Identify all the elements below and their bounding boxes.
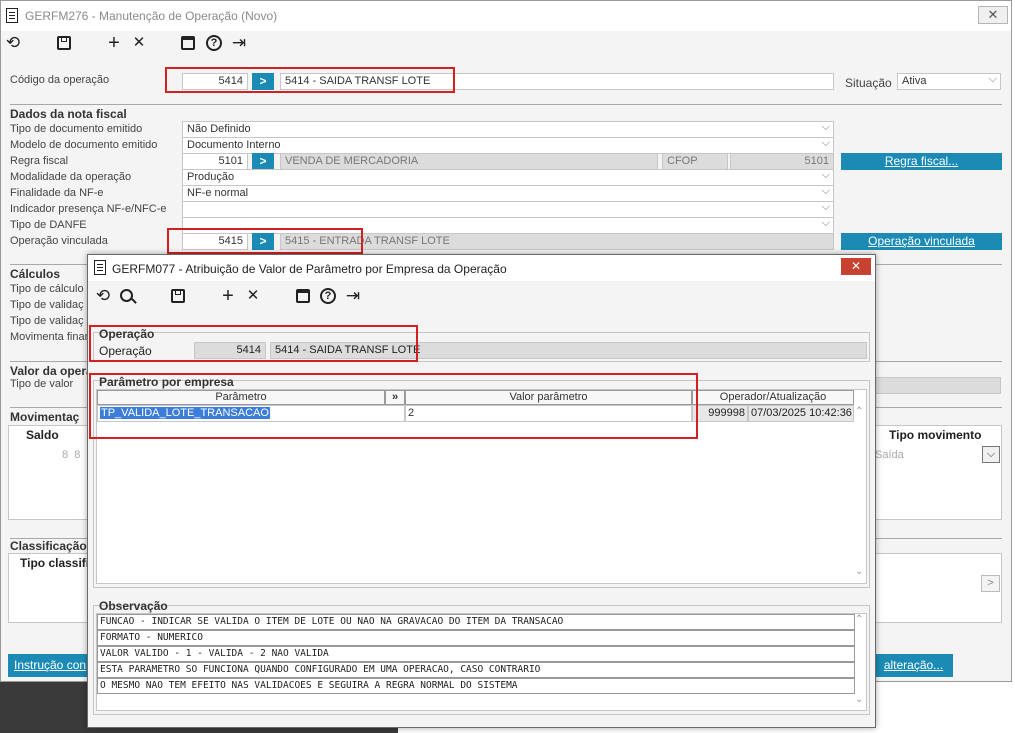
dialog-save-icon[interactable] [171, 289, 185, 303]
saldo-value: 8 8 [62, 449, 81, 461]
regra-input[interactable]: 5101 [182, 153, 248, 170]
class-scroll-right[interactable]: > [981, 575, 1000, 592]
codigo-highlight [165, 67, 455, 93]
dialog-calendar-icon[interactable] [296, 289, 310, 303]
dialog-document-icon [94, 260, 106, 275]
vinculada-button[interactable]: Operação vinculada [841, 233, 1002, 250]
tipo-valor-label: Tipo de valor [10, 378, 74, 390]
modalidade-label: Modalidade da operação [10, 171, 132, 183]
tipo-mov-dropdown-icon[interactable]: ⌵ [982, 446, 1000, 463]
saldo-header: Saldo [26, 428, 59, 442]
modelo-select[interactable]: Documento Interno [182, 137, 834, 154]
save-icon[interactable] [57, 36, 71, 50]
obs-line-4: ESTA PARAMETRO SO FUNCIONA QUANDO CONFIG… [97, 662, 855, 678]
dados-section-title: Dados da nota fiscal [10, 107, 127, 121]
modalidade-select[interactable]: Produção [182, 169, 834, 186]
param-scroll-down[interactable]: ⌄ [855, 566, 863, 577]
remove-icon[interactable]: ✕ [129, 34, 149, 52]
dialog-close-button[interactable]: ✕ [841, 258, 871, 275]
obs-section-title: Observação [99, 599, 168, 613]
tipo-mov-header: Tipo movimento [889, 428, 982, 442]
cfop-value-field: 5101 [730, 153, 834, 170]
help-icon[interactable]: ? [206, 35, 222, 51]
operacao-highlight [89, 325, 418, 362]
main-title: GERFM276 - Manutenção de Operação (Novo) [25, 9, 278, 23]
indicador-select[interactable] [182, 201, 834, 218]
valor-section-title: Valor da opera [10, 364, 93, 378]
add-icon[interactable]: + [104, 33, 124, 53]
vinculada-highlight [167, 228, 363, 254]
cfop-label-field: CFOP [662, 153, 728, 170]
obs-scroll-up[interactable]: ⌃ [855, 614, 863, 625]
situacao-select[interactable]: Ativa [897, 73, 1001, 90]
param-scroll-up[interactable]: ⌃ [855, 406, 863, 417]
regra-desc-field: VENDA DE MERCADORIA [280, 153, 658, 170]
mov-section-title: Movimentaç [10, 410, 80, 424]
situacao-label: Situação [845, 76, 892, 90]
calc-label-4: Movimenta finan [10, 331, 91, 343]
dialog-remove-icon[interactable]: ✕ [243, 287, 263, 305]
param-operador-cell: 999998 [692, 405, 748, 422]
obs-line-1: FUNCAO - INDICAR SE VALIDA O ITEM DE LOT… [97, 614, 855, 630]
dialog-add-icon[interactable]: + [218, 286, 238, 306]
alteracao-button[interactable]: alteração... [874, 654, 953, 677]
tipo-doc-select[interactable]: Não Definido [182, 121, 834, 138]
calc-label-1: Tipo de cálculo d [10, 283, 93, 295]
col-operador-header[interactable]: Operador/Atualização [692, 390, 854, 405]
regra-go-button[interactable]: > [252, 153, 274, 170]
obs-line-5: O MESMO NAO TEM EFEITO NAS VALIDACOES E … [97, 678, 855, 694]
tipo-mov-value: Saída [875, 449, 904, 461]
calc-label-3: Tipo de validaç [10, 315, 84, 327]
main-titlebar: GERFM276 - Manutenção de Operação (Novo)… [1, 1, 1011, 31]
regra-fiscal-button[interactable]: Regra fiscal... [841, 153, 1002, 170]
param-highlight [89, 373, 698, 439]
obs-scroll-down[interactable]: ⌄ [855, 694, 863, 705]
finalidade-label: Finalidade da NF-e [10, 187, 104, 199]
exit-icon[interactable]: ⇥ [229, 34, 249, 52]
danfe-label: Tipo de DANFE [10, 219, 87, 231]
tipo-doc-label: Tipo de documento emitido [10, 123, 143, 135]
undo-icon[interactable]: ⟲ [3, 34, 23, 52]
param-atualizacao-cell: 07/03/2025 10:42:36 [748, 405, 854, 422]
vinculada-desc-field: 5415 - ENTRADA TRANSF LOTE [280, 233, 834, 250]
modelo-label: Modelo de documento emitido [10, 139, 158, 151]
calculos-section-title: Cálculos [10, 267, 61, 281]
tipo-valor-field [860, 377, 1001, 394]
calendar-icon[interactable] [181, 36, 195, 50]
calc-label-2: Tipo de validaç [10, 299, 84, 311]
dialog-exit-icon[interactable]: ⇥ [343, 287, 363, 305]
regra-label: Regra fiscal [10, 155, 69, 167]
dialog-title: GERFM077 - Atribuição de Valor de Parâme… [112, 262, 507, 276]
vinculada-label: Operação vinculada [10, 235, 108, 247]
dados-divider [10, 104, 1002, 105]
dialog-help-icon[interactable]: ? [320, 288, 336, 304]
document-icon [6, 8, 18, 23]
tipo-class-header: Tipo classifi [20, 556, 90, 570]
dialog-undo-icon[interactable]: ⟲ [93, 287, 113, 305]
main-close-button[interactable]: ✕ [978, 6, 1008, 24]
obs-line-2: FORMATO - NUMERICO [97, 630, 855, 646]
finalidade-select[interactable]: NF-e normal [182, 185, 834, 202]
class-section-title: Classificação d [10, 539, 98, 553]
codigo-label: Código da operação [10, 74, 110, 86]
instrucao-button[interactable]: Instrução con [8, 654, 92, 677]
indicador-label: Indicador presença NF-e/NFC-e [10, 203, 167, 215]
obs-line-3: VALOR VALIDO - 1 - VALIDA - 2 NAO VALIDA [97, 646, 855, 662]
